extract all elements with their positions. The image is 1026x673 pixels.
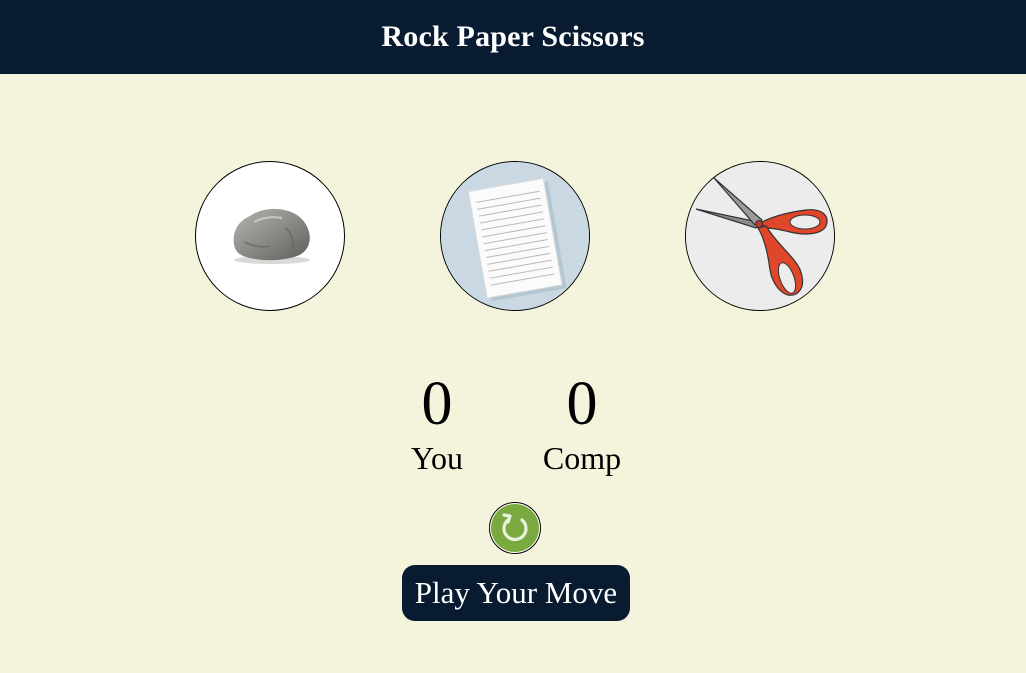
paper-choice[interactable] bbox=[440, 161, 590, 311]
page-title: Rock Paper Scissors bbox=[381, 20, 645, 53]
play-your-move-message[interactable]: Play Your Move bbox=[402, 565, 630, 621]
scissors-icon bbox=[686, 162, 834, 310]
app-header: Rock Paper Scissors bbox=[0, 0, 1026, 74]
user-score-panel: 0 You bbox=[367, 368, 507, 476]
reset-button[interactable] bbox=[489, 502, 541, 554]
user-score-value: 0 bbox=[421, 370, 453, 438]
paper-icon bbox=[441, 162, 589, 310]
comp-score-value: 0 bbox=[566, 370, 598, 438]
rock-icon bbox=[233, 208, 310, 264]
reset-button-fill bbox=[491, 504, 539, 552]
comp-score-panel: 0 Comp bbox=[512, 368, 652, 476]
rock-choice[interactable] bbox=[195, 161, 345, 311]
scissors-choice[interactable] bbox=[685, 161, 835, 311]
user-score-label: You bbox=[411, 440, 463, 476]
comp-score-label: Comp bbox=[542, 440, 622, 476]
refresh-icon bbox=[502, 513, 528, 542]
